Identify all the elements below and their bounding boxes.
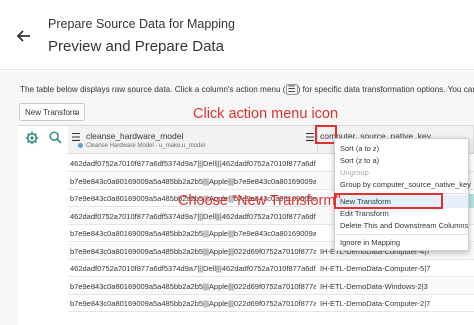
new-transform-dropdown[interactable]: New Transform ⌄ xyxy=(19,103,85,121)
back-arrow-icon[interactable] xyxy=(14,26,34,46)
description-after: ) for specific data transformation optio… xyxy=(297,85,474,94)
table-cell-hardware-model: 462dadf0752a7010f877a6df5374d9a7|||Dell|… xyxy=(70,159,316,168)
table-row[interactable]: 462dadf0752a7010f877a6df5374d9a7|||Dell|… xyxy=(68,260,474,277)
page-title: Preview and Prepare Data xyxy=(48,38,224,55)
table-row[interactable]: b7e9e843c0a80169009a5a485bb2a2b5|||Apple… xyxy=(68,295,474,312)
annotation-new-transform-box xyxy=(334,193,443,209)
description-text: The table below displays raw source data… xyxy=(20,84,474,95)
new-transform-dropdown-label: New Transform xyxy=(25,108,80,117)
menu-icon: ☰ xyxy=(285,84,298,95)
table-cell-hardware-model: b7e9e843c0a80169009a5a485bb2a2b5|||Apple… xyxy=(70,281,316,291)
page-header: Prepare Source Data for Mapping Preview … xyxy=(0,0,474,70)
table-cell-hardware-model: b7e9e843c0a80169009a5a485bb2a2b5|||Apple… xyxy=(70,246,316,256)
annotation-click-hint: Click action menu icon xyxy=(193,106,339,122)
search-icon[interactable] xyxy=(49,131,62,144)
chevron-down-icon: ⌄ xyxy=(72,107,80,117)
description-before: The table below displays raw source data… xyxy=(20,85,286,94)
menu-item-delete-downstream[interactable]: Delete This and Downstream Columns xyxy=(340,221,468,233)
menu-separator xyxy=(335,234,468,235)
table-cell-hardware-model: 462dadf0752a7010f877a6df5374d9a7|||Dell|… xyxy=(70,211,316,221)
column-subtitle-text: Cleanse Hardware Model - u_make,u_model xyxy=(86,143,206,150)
page-subtitle: Prepare Source Data for Mapping xyxy=(48,17,235,31)
annotation-choose-hint: Choose "New Transform" xyxy=(178,193,341,209)
menu-item-edit-transform[interactable]: Edit Transform xyxy=(340,209,389,221)
menu-item-group-by[interactable]: Group by computer_source_native_key xyxy=(340,180,471,192)
table-cell-hardware-model: b7e9e843c0a80169009a5a485bb2a2b5|||Apple… xyxy=(70,229,316,238)
info-dot-icon xyxy=(78,143,83,148)
column-subtitle: Cleanse Hardware Model - u_make,u_model xyxy=(78,143,205,149)
column-action-menu-icon[interactable]: ☰ xyxy=(305,131,315,144)
table-cell-hardware-model: b7e9e843c0a80169009a5a485bb2a2b5|||Apple… xyxy=(70,299,316,308)
menu-item-sort-z-a[interactable]: Sort (z to a) xyxy=(340,156,379,168)
table-cell-hardware-model: b7e9e843c0a80169009a5a485bb2a2b5|||Apple… xyxy=(70,176,316,186)
table-cell-hardware-model: 462dadf0752a7010f877a6df5374d9a7|||Dell|… xyxy=(70,264,316,273)
gear-icon[interactable] xyxy=(25,131,39,145)
selected-cell-strip xyxy=(469,194,474,208)
table-row[interactable]: b7e9e843c0a80169009a5a485bb2a2b5|||Apple… xyxy=(68,277,474,295)
column-title: cleanse_hardware_model xyxy=(86,131,184,141)
menu-item-ignore-in-mapping[interactable]: Ignore in Mapping xyxy=(340,238,400,250)
menu-item-ungroup[interactable]: Ungroup xyxy=(340,168,369,180)
table-cell-native-key: IH-ETL-DemoData-Windows-2|3 xyxy=(320,281,428,291)
table-cell-native-key: IH-ETL-DemoData-Computer-5|7 xyxy=(320,264,431,273)
menu-item-sort-a-z[interactable]: Sort (a to z) xyxy=(340,144,379,156)
column-header-cleanse-hardware-model[interactable]: ☰ cleanse_hardware_model Cleanse Hardwar… xyxy=(68,126,318,154)
table-cell-native-key: IH-ETL-DemoData-Computer-2|7 xyxy=(320,299,431,308)
